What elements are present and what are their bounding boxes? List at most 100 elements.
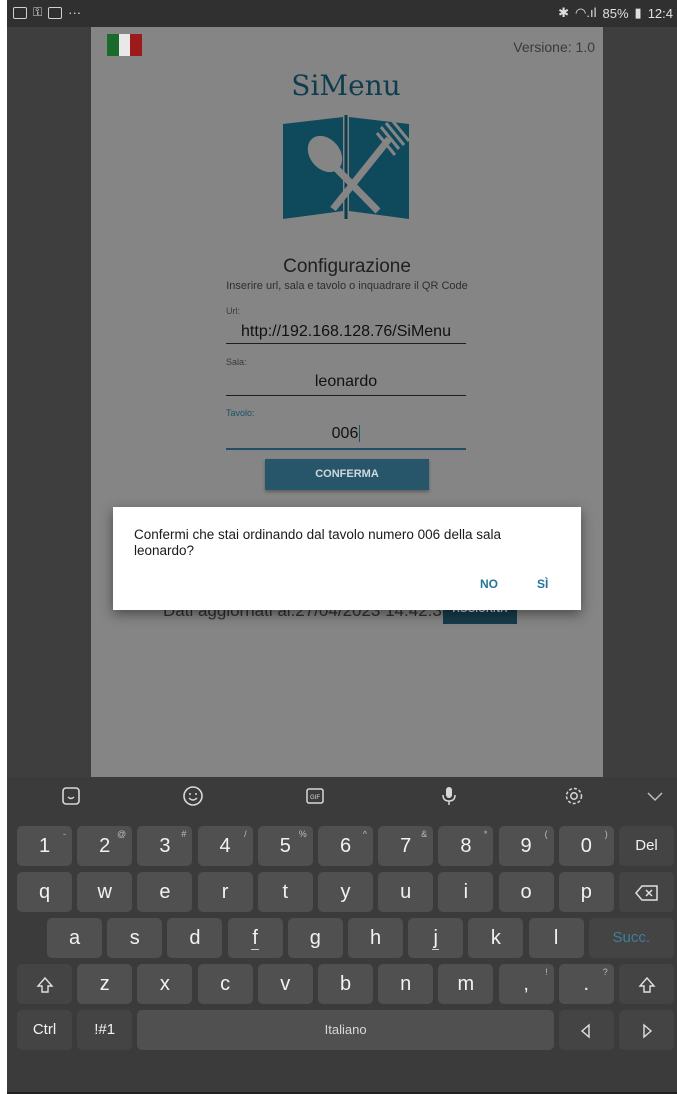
dialog-yes-button[interactable]: SÌ bbox=[537, 577, 548, 591]
key-symbols-label: !#1 bbox=[94, 1021, 116, 1038]
key-delete[interactable]: Del bbox=[619, 826, 674, 866]
key-backspace[interactable] bbox=[619, 872, 674, 912]
key-7-secondary: & bbox=[421, 829, 428, 839]
key-f[interactable]: f bbox=[227, 918, 283, 958]
keyboard-notification-icon bbox=[48, 6, 63, 19]
gif-icon[interactable]: GIF bbox=[303, 785, 327, 809]
key-b-label: b bbox=[339, 973, 352, 995]
settings-icon[interactable] bbox=[562, 785, 586, 809]
key-5-secondary: % bbox=[298, 829, 307, 839]
key-u-label: u bbox=[400, 881, 412, 903]
flag-green-stripe bbox=[107, 34, 119, 56]
key-l[interactable]: l bbox=[528, 918, 584, 958]
key-m[interactable]: m bbox=[438, 964, 494, 1004]
version-label: Versione: 1.0 bbox=[513, 39, 595, 55]
flag-white-stripe bbox=[118, 34, 131, 56]
key-n[interactable]: n bbox=[378, 964, 434, 1004]
key-3-label: 3 bbox=[159, 835, 171, 857]
key-g[interactable]: g bbox=[287, 918, 343, 958]
key-2[interactable]: 2 @ bbox=[77, 826, 133, 866]
key-c-label: c bbox=[220, 973, 231, 995]
tavolo-label: Tavolo: bbox=[226, 408, 255, 418]
key-b[interactable]: b bbox=[318, 964, 373, 1004]
config-subtitle: Inserire url, sala e tavolo o inquadrare… bbox=[226, 280, 468, 292]
text-cursor bbox=[359, 425, 361, 442]
key-arrow-right[interactable] bbox=[619, 1010, 674, 1050]
key-c[interactable]: c bbox=[197, 964, 253, 1004]
key-m-label: m bbox=[457, 973, 475, 995]
tavolo-input[interactable]: 006 bbox=[226, 425, 466, 443]
key-e-label: e bbox=[159, 881, 171, 903]
confirm-button[interactable]: CONFERMA bbox=[265, 459, 429, 490]
key-u[interactable]: u bbox=[378, 872, 434, 912]
arrow-left-icon bbox=[578, 1019, 594, 1041]
key-space[interactable]: Italiano bbox=[137, 1010, 554, 1050]
key-a[interactable]: a bbox=[47, 918, 102, 958]
flag-red-stripe bbox=[130, 34, 143, 56]
key-q[interactable]: q bbox=[17, 872, 72, 912]
key-e[interactable]: e bbox=[137, 872, 193, 912]
key-ctrl[interactable]: Ctrl bbox=[17, 1010, 72, 1050]
key-x[interactable]: x bbox=[137, 964, 193, 1004]
key-y[interactable]: y bbox=[318, 872, 373, 912]
url-input[interactable]: http://192.168.128.76/SiMenu bbox=[226, 323, 466, 341]
key-t[interactable]: t bbox=[257, 872, 313, 912]
key-d[interactable]: d bbox=[167, 918, 223, 958]
key-shift-left[interactable] bbox=[17, 964, 72, 1004]
key-r[interactable]: r bbox=[197, 872, 253, 912]
microphone-icon[interactable] bbox=[437, 785, 461, 809]
key-j[interactable]: j bbox=[408, 918, 464, 958]
key-6[interactable]: 6 ^ bbox=[318, 826, 373, 866]
key-shift-right[interactable] bbox=[619, 964, 674, 1004]
key-4[interactable]: 4/ bbox=[197, 826, 253, 866]
key-9[interactable]: 9( bbox=[498, 826, 554, 866]
key-p[interactable]: p bbox=[558, 872, 614, 912]
sticker-icon[interactable] bbox=[59, 785, 83, 809]
key-2-secondary: @ bbox=[117, 829, 127, 839]
key-1[interactable]: 1- bbox=[17, 826, 72, 866]
key-7-label: 7 bbox=[400, 835, 412, 857]
italian-flag-icon[interactable] bbox=[107, 34, 143, 56]
key-f-label: f bbox=[251, 927, 259, 950]
dialog-no-button[interactable]: NO bbox=[480, 577, 498, 591]
url-label: Url: bbox=[226, 306, 240, 316]
key-comma[interactable]: ,! bbox=[498, 964, 554, 1004]
key-o[interactable]: o bbox=[498, 872, 554, 912]
key-a-label: a bbox=[68, 927, 81, 949]
key-7[interactable]: 7 & bbox=[378, 826, 434, 866]
key-t-label: t bbox=[282, 881, 289, 903]
key-i[interactable]: i bbox=[438, 872, 494, 912]
key-arrow-left[interactable] bbox=[558, 1010, 614, 1050]
key-l-label: l bbox=[553, 927, 559, 949]
key-0[interactable]: 0) bbox=[558, 826, 614, 866]
key-8[interactable]: 8 * bbox=[438, 826, 494, 866]
key-z-label: z bbox=[99, 973, 110, 995]
key-enter[interactable]: Succ. bbox=[588, 918, 674, 958]
collapse-keyboard-icon[interactable] bbox=[643, 785, 667, 809]
on-screen-keyboard: GIF 1-2 @3 #4/5% 6 ^ 7 & 8 * 9(0) Del q w e r t y u i o p a s d… bbox=[7, 777, 677, 1094]
key-z[interactable]: z bbox=[77, 964, 133, 1004]
key-comma-label: , bbox=[523, 973, 529, 995]
key-h[interactable]: h bbox=[348, 918, 403, 958]
key-9-label: 9 bbox=[520, 835, 532, 857]
sala-input[interactable]: leonardo bbox=[226, 373, 466, 391]
key-3[interactable]: 3 # bbox=[137, 826, 193, 866]
dialog-message: Confermi che stai ordinando dal tavolo n… bbox=[134, 527, 501, 558]
key-k-label: k bbox=[490, 927, 501, 949]
key-s[interactable]: s bbox=[107, 918, 163, 958]
status-left-icons: ⚿ ··· bbox=[13, 5, 81, 20]
key-5-label: 5 bbox=[279, 835, 291, 857]
key-r-label: r bbox=[221, 881, 229, 903]
emoji-icon[interactable] bbox=[181, 785, 205, 809]
confirm-dialog: Confermi che stai ordinando dal tavolo n… bbox=[113, 507, 581, 610]
key-symbols[interactable]: !#1 bbox=[77, 1010, 133, 1050]
key-k[interactable]: k bbox=[468, 918, 524, 958]
key-period[interactable]: .? bbox=[558, 964, 614, 1004]
key-1-secondary: - bbox=[63, 829, 66, 839]
key-8-label: 8 bbox=[460, 835, 472, 857]
sala-label: Sala: bbox=[226, 357, 247, 367]
key-5[interactable]: 5% bbox=[257, 826, 313, 866]
key-w[interactable]: w bbox=[77, 872, 133, 912]
simenu-logo: SiMenu bbox=[273, 69, 419, 229]
key-v[interactable]: v bbox=[257, 964, 313, 1004]
